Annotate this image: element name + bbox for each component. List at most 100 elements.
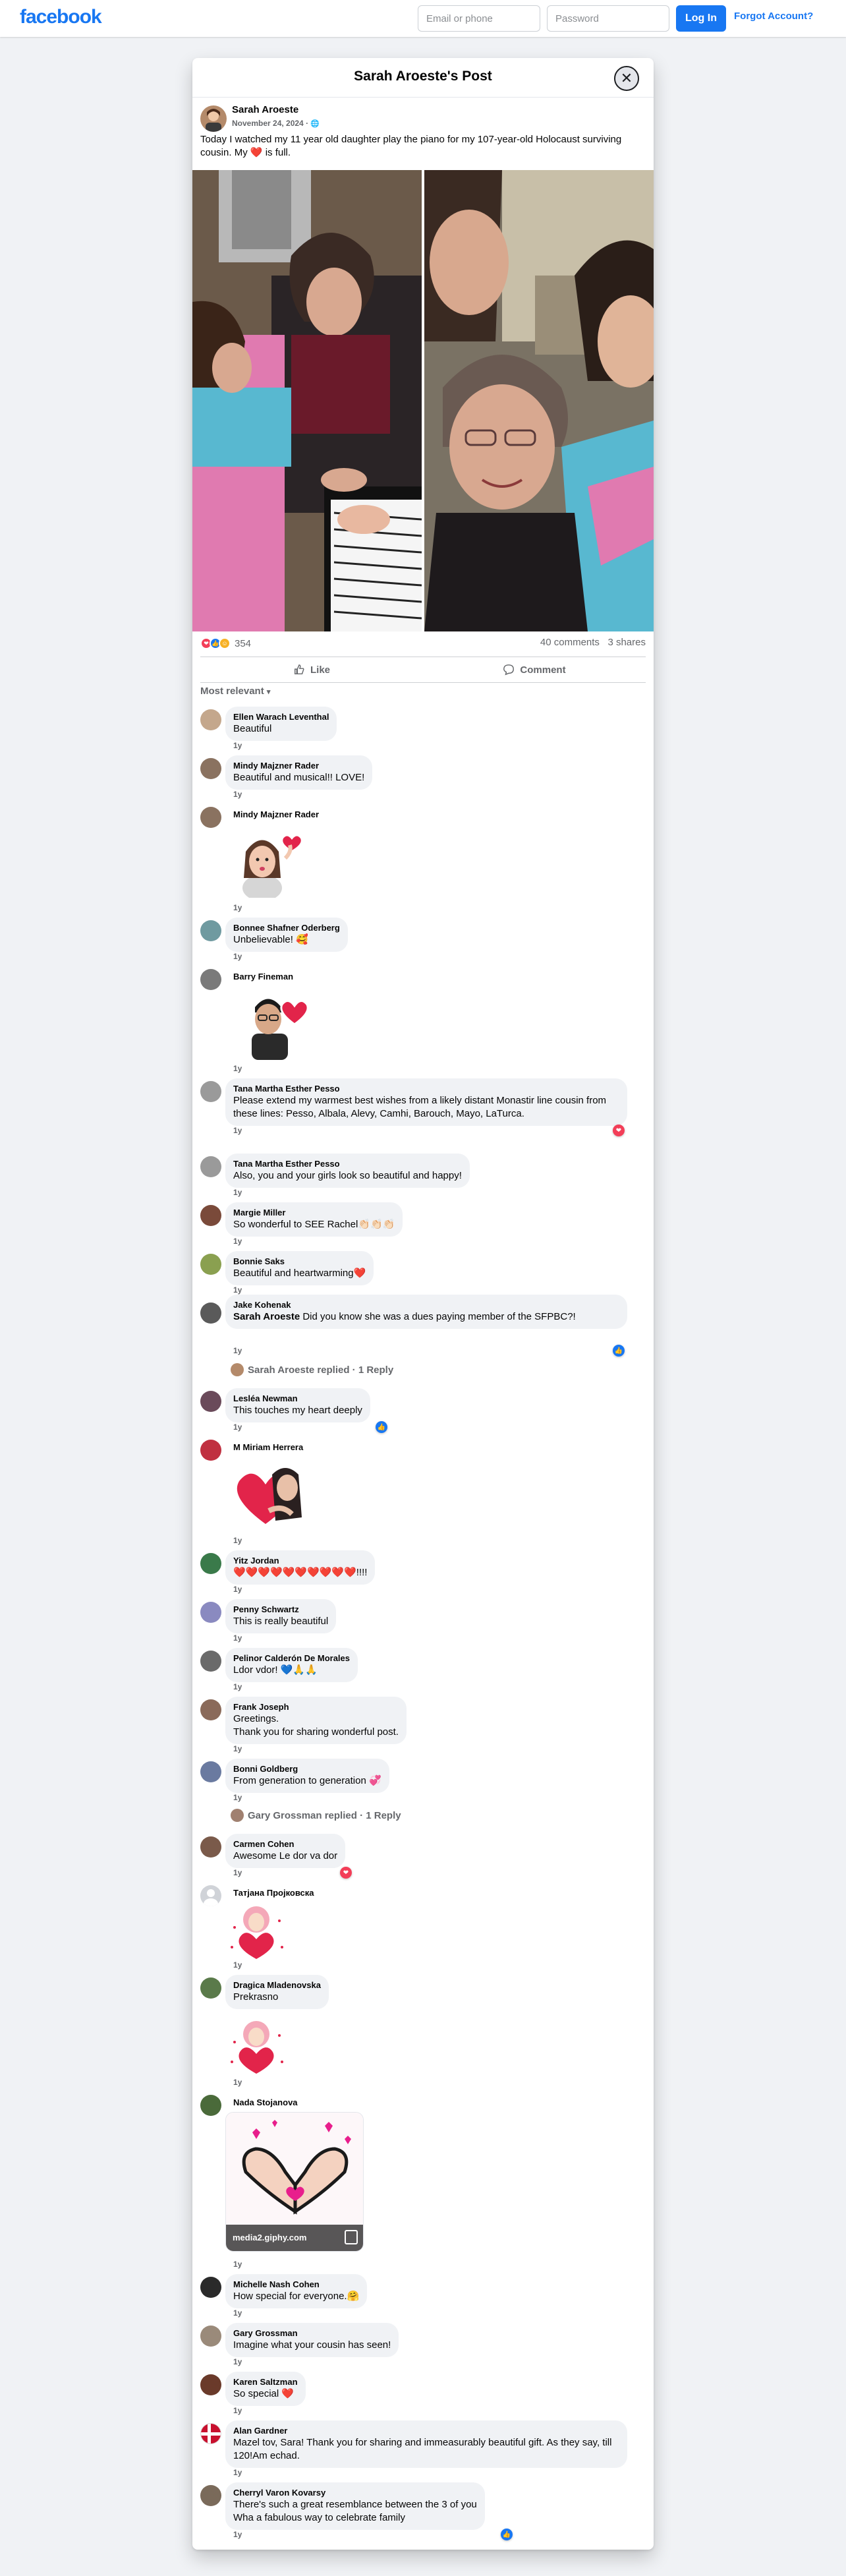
commenter-name[interactable]: M Miriam Herrera — [233, 1442, 303, 1452]
avatar[interactable] — [200, 1699, 221, 1720]
commenter-name[interactable]: Mindy Majzner Rader — [233, 809, 319, 819]
comment-time[interactable]: 1y — [233, 1188, 242, 1197]
avatar[interactable] — [200, 1836, 221, 1858]
avatar[interactable] — [200, 1081, 221, 1102]
heart-avatar-sticker[interactable] — [239, 987, 311, 1060]
love-reaction-icon[interactable]: ❤ — [613, 1125, 625, 1136]
commenter-name[interactable]: Tana Martha Esther Pesso — [233, 1084, 619, 1094]
gif-source[interactable]: media2.giphy.com — [233, 2233, 306, 2242]
comment-time[interactable]: 1y — [233, 2078, 242, 2087]
comment-time[interactable]: 1y — [233, 1346, 242, 1355]
commenter-name[interactable]: Mindy Majzner Rader — [233, 761, 364, 771]
password-input[interactable] — [547, 5, 669, 32]
avatar[interactable] — [200, 1391, 221, 1412]
facebook-logo[interactable]: facebook — [20, 6, 102, 28]
comment-time[interactable]: 1y — [233, 1536, 242, 1545]
comment-time[interactable]: 1y — [233, 952, 242, 961]
comment-time[interactable]: 1y — [233, 2530, 242, 2539]
view-replies-link[interactable]: Sarah Aroeste replied · 1 Reply — [231, 1363, 393, 1376]
avatar[interactable] — [200, 1205, 221, 1226]
avatar[interactable] — [200, 758, 221, 779]
comment-button[interactable]: Comment — [423, 657, 646, 682]
comment-time[interactable]: 1y — [233, 790, 242, 799]
avatar[interactable] — [200, 1254, 221, 1275]
comment-time[interactable]: 1y — [233, 1793, 242, 1802]
commenter-name[interactable]: Frank Joseph — [233, 1702, 399, 1712]
avatar[interactable] — [200, 2485, 221, 2506]
comment-time[interactable]: 1y — [233, 741, 242, 750]
heart-hug-sticker[interactable] — [229, 1458, 308, 1531]
avatar[interactable] — [200, 1303, 221, 1324]
comment-time[interactable]: 1y — [233, 903, 242, 912]
heart-hands-gif[interactable]: media2.giphy.com — [225, 2112, 364, 2252]
kiss-avatar-sticker[interactable] — [229, 825, 308, 898]
post-date[interactable]: November 24, 2024 · 🌐 — [232, 119, 320, 128]
commenter-name[interactable]: Penny Schwartz — [233, 1604, 328, 1615]
avatar[interactable] — [200, 2277, 221, 2298]
comment-count[interactable]: 40 comments — [540, 637, 600, 648]
default-avatar[interactable] — [200, 1885, 221, 1906]
commenter-name[interactable]: Michelle Nash Cohen — [233, 2279, 359, 2290]
commenter-name[interactable]: Tana Martha Esther Pesso — [233, 1159, 462, 1169]
avatar[interactable] — [200, 1602, 221, 1623]
avatar[interactable] — [200, 920, 221, 941]
like-button[interactable]: Like — [200, 657, 423, 682]
avatar[interactable] — [200, 1553, 221, 1574]
avatar[interactable] — [200, 1156, 221, 1177]
comment-time[interactable]: 1y — [233, 2406, 242, 2415]
commenter-name[interactable]: Dragica Mladenovska — [233, 1980, 321, 1991]
avatar[interactable] — [200, 807, 221, 828]
comment-time[interactable]: 1y — [233, 1960, 242, 1970]
denmark-flag-avatar[interactable] — [200, 2423, 221, 2444]
author-avatar[interactable] — [200, 105, 227, 132]
avatar[interactable] — [200, 709, 221, 730]
avatar[interactable] — [200, 2326, 221, 2347]
comment-time[interactable]: 1y — [233, 1585, 242, 1594]
avatar[interactable] — [200, 1977, 221, 1999]
commenter-name[interactable]: Татјана Пројковска — [233, 1888, 314, 1898]
commenter-name[interactable]: Bonnee Shafner Oderberg — [233, 923, 340, 933]
love-reaction-icon[interactable]: ❤ — [340, 1867, 352, 1879]
comment-time[interactable]: 1y — [233, 2260, 242, 2269]
comment-time[interactable]: 1y — [233, 2357, 242, 2366]
heart-girl-sticker[interactable] — [227, 2016, 286, 2075]
post-photos[interactable] — [192, 170, 654, 631]
avatar[interactable] — [200, 1761, 221, 1782]
comment-time[interactable]: 1y — [233, 1422, 242, 1432]
comment-time[interactable]: 1y — [233, 1868, 242, 1877]
like-reaction-icon[interactable]: 👍 — [501, 2529, 513, 2540]
commenter-name[interactable]: Lesléa Newman — [233, 1393, 362, 1404]
commenter-name[interactable]: Alan Gardner — [233, 2426, 619, 2436]
comment-time[interactable]: 1y — [233, 1126, 242, 1135]
commenter-name[interactable]: Bonni Goldberg — [233, 1764, 381, 1774]
view-replies-link[interactable]: Gary Grossman replied · 1 Reply — [231, 1809, 401, 1822]
close-icon[interactable]: ✕ — [614, 66, 639, 91]
forgot-account-link[interactable]: Forgot Account? — [734, 11, 813, 22]
commenter-name[interactable]: Carmen Cohen — [233, 1839, 337, 1850]
commenter-name[interactable]: Yitz Jordan — [233, 1556, 367, 1566]
comment-time[interactable]: 1y — [233, 2468, 242, 2477]
like-reaction-icon[interactable]: 👍 — [613, 1345, 625, 1357]
sort-comments-dropdown[interactable]: Most relevant ▾ — [200, 686, 270, 697]
share-count[interactable]: 3 shares — [607, 637, 646, 648]
avatar[interactable] — [200, 2095, 221, 2116]
commenter-name[interactable]: Jake Kohenak — [233, 1300, 619, 1310]
commenter-name[interactable]: Bonnie Saks — [233, 1256, 366, 1267]
post-author[interactable]: Sarah Aroeste — [232, 104, 298, 115]
commenter-name[interactable]: Pelinor Calderón De Morales — [233, 1653, 350, 1664]
avatar[interactable] — [200, 1651, 221, 1672]
email-input[interactable] — [418, 5, 540, 32]
avatar[interactable] — [200, 1440, 221, 1461]
commenter-name[interactable]: Nada Stojanova — [233, 2097, 298, 2107]
comment-time[interactable]: 1y — [233, 1682, 242, 1691]
commenter-name[interactable]: Karen Saltzman — [233, 2377, 298, 2387]
comment-time[interactable]: 1y — [233, 1285, 242, 1295]
comment-time[interactable]: 1y — [233, 2308, 242, 2318]
commenter-name[interactable]: Ellen Warach Leventhal — [233, 712, 329, 722]
comment-time[interactable]: 1y — [233, 1744, 242, 1753]
comment-time[interactable]: 1y — [233, 1633, 242, 1643]
login-button[interactable]: Log In — [676, 5, 726, 32]
avatar[interactable] — [200, 2374, 221, 2395]
comment-time[interactable]: 1y — [233, 1064, 242, 1073]
commenter-name[interactable]: Margie Miller — [233, 1208, 395, 1218]
